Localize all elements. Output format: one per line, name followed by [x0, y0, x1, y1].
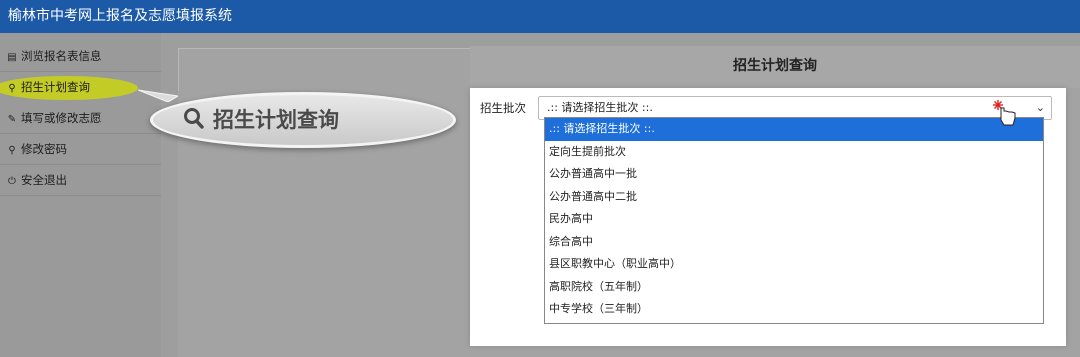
sidebar-item-label: 填写或修改志愿: [21, 111, 102, 125]
batch-option[interactable]: 公办普通高中一批: [545, 163, 1043, 186]
sidebar-item-label: 招生计划查询: [21, 80, 90, 94]
app-header: 榆林市中考网上报名及志愿填报系统: [0, 0, 1080, 33]
batch-option[interactable]: 综合高中: [545, 231, 1043, 254]
power-icon: ⏻: [8, 176, 16, 187]
batch-option[interactable]: 高职院校（五年制）: [545, 276, 1043, 299]
callout-bubble: 招生计划查询: [150, 92, 456, 148]
sidebar-item-view-registration[interactable]: ▤ 浏览报名表信息: [0, 41, 161, 72]
batch-option[interactable]: 中专学校（三年制）: [545, 298, 1043, 321]
search-icon: ⚲: [8, 83, 16, 94]
batch-option[interactable]: .:: 请选择招生批次 ::.: [545, 118, 1043, 141]
batch-option[interactable]: 县区职教中心（职业高中）: [545, 253, 1043, 276]
hand-cursor-icon: [993, 100, 1016, 126]
batch-select-value: .:: 请选择招生批次 ::.: [547, 101, 653, 114]
key-icon: ⚲: [8, 145, 16, 156]
callout-pointer: [138, 89, 178, 102]
batch-option[interactable]: 公办普通高中二批: [545, 186, 1043, 209]
sidebar-item-change-password[interactable]: ⚲ 修改密码: [0, 134, 161, 165]
chevron-down-icon: ⌄: [1035, 101, 1045, 114]
document-icon: ▤: [7, 52, 17, 63]
sidebar-item-logout[interactable]: ⏻ 安全退出: [0, 165, 161, 196]
batch-options-list: .:: 请选择招生批次 ::. 定向生提前批次 公办普通高中一批 公办普通高中二…: [544, 117, 1044, 324]
batch-option[interactable]: 民办高中: [545, 208, 1043, 231]
pencil-icon: ✎: [7, 114, 17, 125]
callout-text: 招生计划查询: [213, 108, 339, 132]
page-title: 招生计划查询: [470, 46, 1080, 88]
sidebar-item-label: 修改密码: [21, 142, 67, 156]
sidebar-item-label: 安全退出: [21, 173, 67, 187]
batch-label: 招生批次: [480, 101, 526, 115]
sidebar-item-label: 浏览报名表信息: [21, 49, 102, 63]
search-icon: [184, 108, 204, 129]
sidebar-item-edit-preferences[interactable]: ✎ 填写或修改志愿: [0, 103, 161, 134]
app-title: 榆林市中考网上报名及志愿填报系统: [8, 8, 232, 24]
batch-option[interactable]: 定向生提前批次: [545, 141, 1043, 164]
sidebar: ▤ 浏览报名表信息 ⚲ 招生计划查询 ✎ 填写或修改志愿 ⚲ 修改密码 ⏻ 安全退出: [0, 33, 161, 357]
query-form-panel: 招生批次 .:: 请选择招生批次 ::. ⌄ .:: 请选择招生批次 ::. 定…: [470, 88, 1066, 346]
sidebar-item-enrollment-plan[interactable]: ⚲ 招生计划查询: [0, 72, 161, 102]
